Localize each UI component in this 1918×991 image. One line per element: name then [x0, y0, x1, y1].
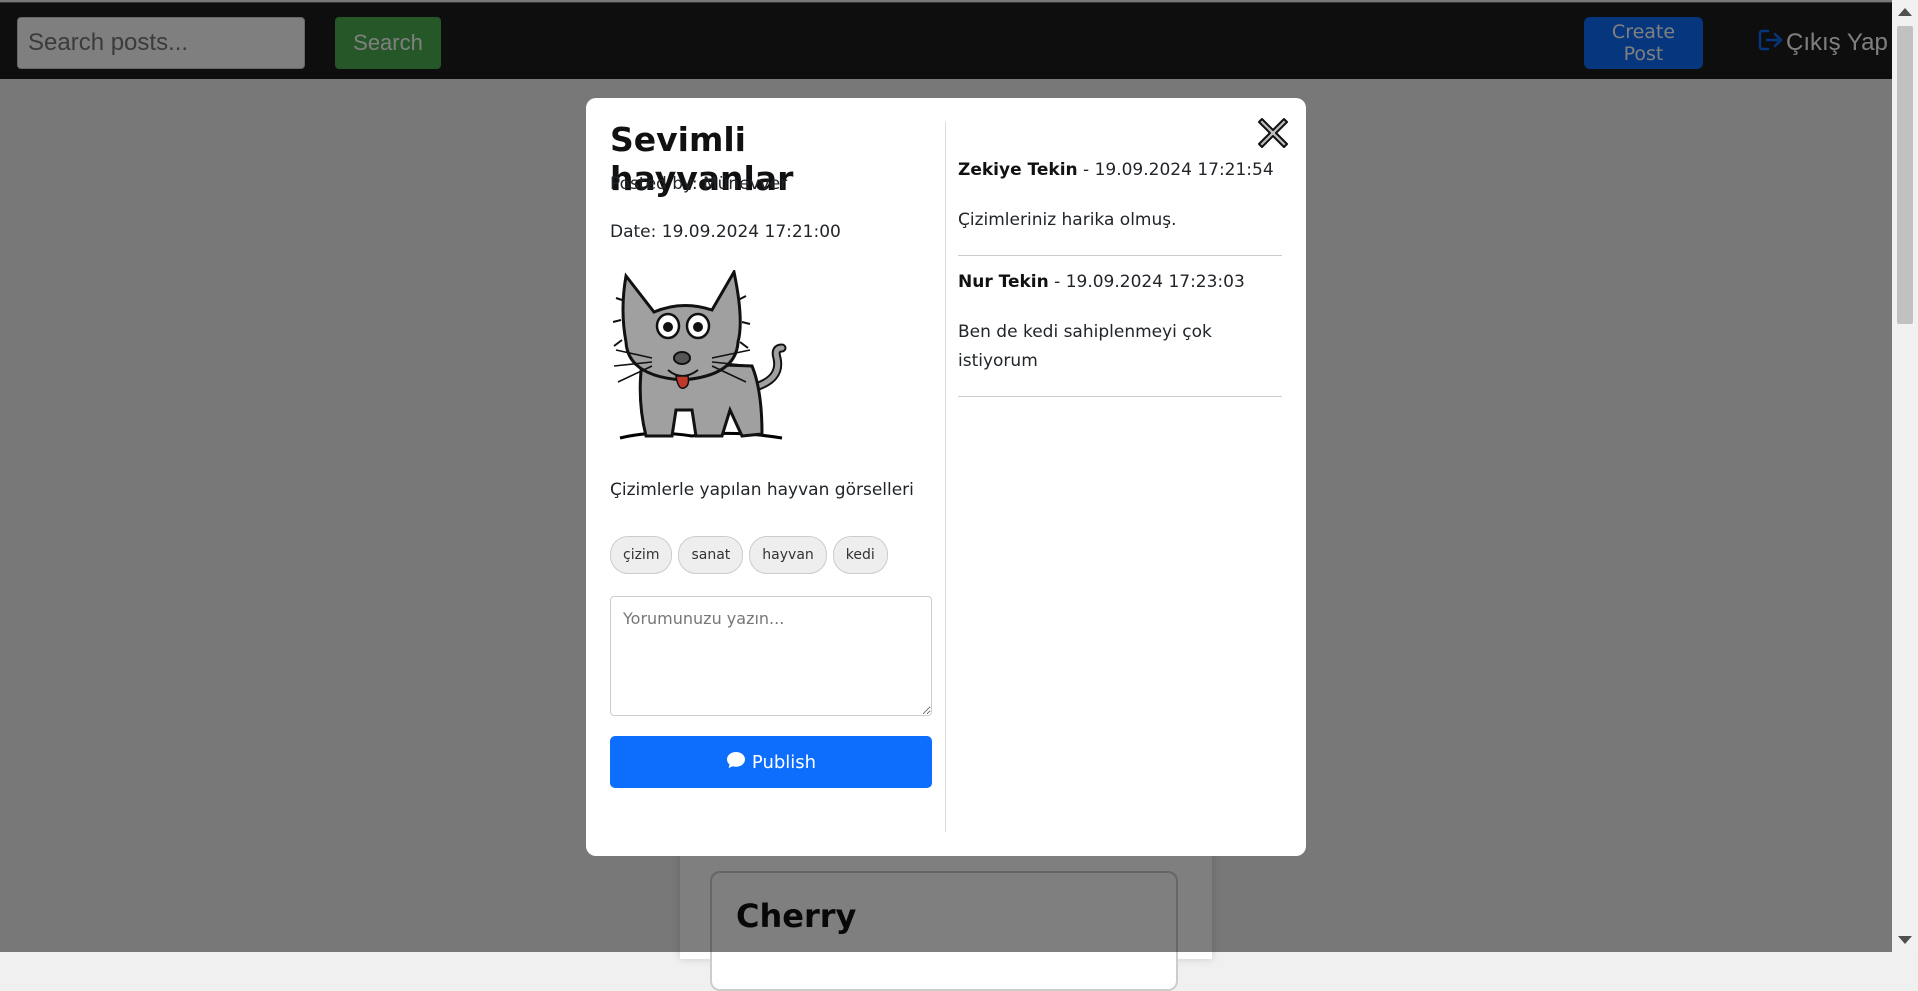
column-divider — [945, 122, 946, 832]
close-icon[interactable] — [1256, 116, 1290, 150]
comment-text: Ben de kedi sahiplenmeyi çok istiyorum — [958, 322, 1212, 371]
comment-icon — [726, 751, 746, 774]
comment-header: Nur Tekin - 19.09.2024 17:23:03 — [958, 270, 1282, 294]
tag-chip[interactable]: kedi — [832, 536, 888, 574]
post-author: Posted by: Münevver — [610, 174, 788, 194]
post-detail: Sevimli hayvanlar Posted by: Münevver Da… — [610, 120, 932, 830]
comment-author: Nur Tekin — [958, 272, 1049, 292]
modal-backdrop[interactable]: Sevimli hayvanlar Posted by: Münevver Da… — [0, 0, 1892, 952]
comment-timestamp: 19.09.2024 17:23:03 — [1065, 272, 1245, 292]
post-detail-modal: Sevimli hayvanlar Posted by: Münevver Da… — [586, 98, 1306, 856]
scroll-down-arrow[interactable] — [1898, 936, 1912, 944]
publish-button[interactable]: Publish — [610, 736, 932, 788]
comment-timestamp: 19.09.2024 17:21:54 — [1094, 160, 1274, 180]
post-description: Çizimlerle yapılan hayvan görselleri — [610, 480, 914, 500]
tag-list: çizim sanat hayvan kedi — [610, 536, 888, 574]
tag-chip[interactable]: çizim — [610, 536, 673, 574]
scroll-thumb[interactable] — [1897, 26, 1913, 324]
publish-label: Publish — [751, 751, 817, 773]
comments-list: Zekiye Tekin - 19.09.2024 17:21:54 Çizim… — [958, 158, 1282, 411]
comment-author: Zekiye Tekin — [958, 160, 1078, 180]
tag-chip[interactable]: sanat — [678, 536, 744, 574]
comment-header: Zekiye Tekin - 19.09.2024 17:21:54 — [958, 158, 1282, 182]
comment-separator: - — [1048, 272, 1066, 292]
scroll-up-arrow[interactable] — [1898, 8, 1912, 16]
post-date: Date: 19.09.2024 17:21:00 — [610, 222, 841, 242]
comment-input[interactable] — [610, 596, 932, 716]
comment-item: Nur Tekin - 19.09.2024 17:23:03 Ben de k… — [958, 270, 1282, 397]
post-image — [612, 267, 788, 448]
tag-chip[interactable]: hayvan — [749, 536, 827, 574]
comment-separator: - — [1077, 160, 1095, 180]
comment-text: Çizimleriniz harika olmuş. — [958, 210, 1177, 230]
page-scrollbar[interactable] — [1892, 0, 1918, 952]
comment-item: Zekiye Tekin - 19.09.2024 17:21:54 Çizim… — [958, 158, 1282, 256]
